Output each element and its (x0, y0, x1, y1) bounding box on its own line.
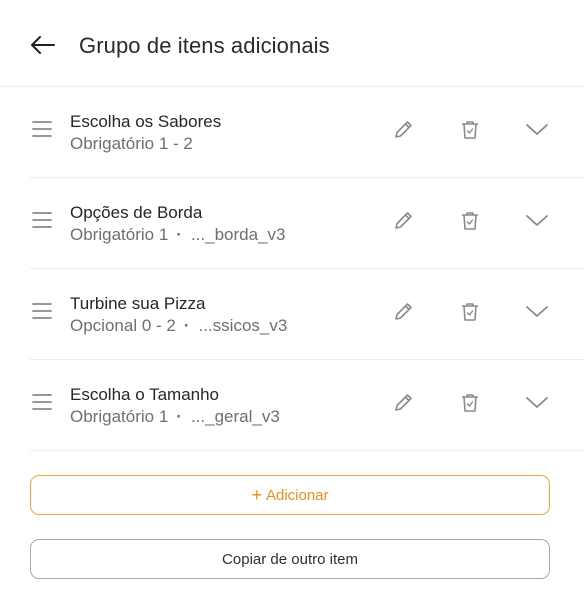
trash-icon (462, 121, 478, 139)
drag-handle[interactable] (32, 212, 52, 228)
edit-button[interactable] (390, 390, 416, 416)
drag-handle-icon (32, 394, 52, 410)
edit-button[interactable] (390, 117, 416, 143)
drag-handle-icon (32, 212, 52, 228)
copy-button-label: Copiar de outro item (222, 550, 358, 568)
group-title: Turbine sua Pizza (70, 294, 206, 313)
pencil-icon (395, 121, 412, 138)
delete-button[interactable] (457, 208, 483, 234)
chevron-down-icon (526, 215, 548, 226)
trash-icon (462, 212, 478, 230)
expand-button[interactable] (524, 208, 550, 234)
group-status: Obrigatório 1 (70, 407, 169, 426)
plus-icon: + (251, 485, 262, 505)
group-subtitle: Obrigatório 1 · ..._geral_v3 (70, 407, 280, 427)
group-status: Obrigatório 1 (70, 225, 169, 244)
pencil-icon (395, 303, 412, 320)
drag-handle-icon (32, 303, 52, 319)
delete-button[interactable] (457, 117, 483, 143)
drag-handle[interactable] (32, 394, 52, 410)
list-item: Escolha os Sabores Obrigatório 1 - 2 (30, 87, 584, 178)
group-subtitle: Obrigatório 1 · ..._borda_v3 (70, 225, 285, 245)
group-subtitle: Obrigatório 1 - 2 (70, 134, 193, 154)
list-item: Turbine sua Pizza Opcional 0 - 2 · ...ssic… (30, 269, 584, 360)
expand-button[interactable] (524, 299, 550, 325)
group-title: Escolha os Sabores (70, 112, 222, 131)
group-code: ...ssicos_v3 (198, 316, 288, 335)
chevron-down-icon (526, 306, 548, 317)
arrow-left-icon (31, 36, 55, 54)
page-title: Grupo de itens adicionais (79, 33, 330, 58)
back-button[interactable] (28, 33, 56, 57)
delete-button[interactable] (457, 390, 483, 416)
edit-button[interactable] (390, 208, 416, 234)
drag-handle[interactable] (32, 303, 52, 319)
group-code: ..._borda_v3 (190, 225, 286, 244)
copy-from-item-button[interactable]: Copiar de outro item (30, 539, 550, 579)
list-item: Opções de Borda Obrigatório 1 · ..._borda_… (30, 178, 584, 269)
group-code: ..._geral_v3 (190, 407, 280, 426)
expand-button[interactable] (524, 390, 550, 416)
group-status: Obrigatório 1 - 2 (70, 134, 193, 153)
trash-icon (462, 303, 478, 321)
pencil-icon (395, 394, 412, 411)
group-title: Escolha o Tamanho (70, 385, 220, 404)
separator-dot: · (176, 407, 182, 426)
add-button-label: Adicionar (265, 486, 329, 504)
drag-handle[interactable] (32, 121, 52, 137)
expand-button[interactable] (524, 117, 550, 143)
header: Grupo de itens adicionais (0, 0, 584, 87)
separator-dot: · (176, 225, 182, 244)
drag-handle-icon (32, 121, 52, 137)
chevron-down-icon (526, 397, 548, 408)
edit-button[interactable] (390, 299, 416, 325)
group-title: Opções de Borda (70, 203, 203, 222)
group-subtitle: Opcional 0 - 2 · ...ssicos_v3 (70, 316, 287, 336)
trash-icon (462, 394, 478, 412)
pencil-icon (395, 212, 412, 229)
separator-dot: · (183, 316, 190, 335)
add-button[interactable]: + Adicionar (30, 475, 550, 515)
chevron-down-icon (526, 124, 548, 135)
delete-button[interactable] (457, 299, 483, 325)
group-status: Opcional 0 - 2 (70, 316, 176, 335)
group-list: Escolha os Sabores Obrigatório 1 - 2 Opç… (30, 87, 584, 451)
list-item: Escolha o Tamanho Obrigatório 1 · ..._gera… (30, 360, 584, 451)
